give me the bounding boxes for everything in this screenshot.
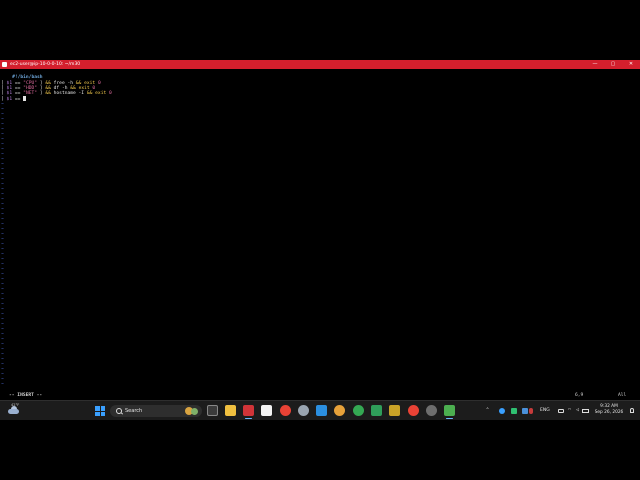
terminal-app-icon: [2, 62, 7, 67]
letterbox-bottom: [0, 420, 640, 480]
chevron-up-icon[interactable]: ⌃: [486, 407, 489, 414]
letterbox-top: [0, 0, 640, 60]
tray-app-icon-green[interactable]: [511, 408, 517, 414]
text-cursor: [23, 96, 27, 101]
microphone-icon[interactable]: [529, 408, 533, 414]
scroll-indicator: All: [618, 393, 627, 398]
and-operator: &&: [86, 91, 96, 96]
and-operator: &&: [45, 91, 54, 96]
volume-icon[interactable]: ◁: [576, 407, 579, 414]
windows-taskbar: 42°F Search ⌃ ENG ◠ ◁ 9:32 AM Sep 26, 20…: [0, 400, 640, 420]
taskbar-search-box[interactable]: Search: [110, 405, 202, 417]
search-icon: [116, 408, 122, 414]
tray-app-icon[interactable]: [499, 408, 505, 414]
window-controls: — ▢ ✕: [586, 60, 640, 69]
chrome-profile-icon[interactable]: [353, 405, 364, 416]
search-label: Search: [125, 408, 143, 414]
minimize-button[interactable]: —: [586, 60, 604, 69]
task-view-icon[interactable]: [207, 405, 218, 416]
battery-icon[interactable]: [582, 409, 589, 413]
search-highlight-icon: [185, 406, 199, 416]
app-icon-yellow[interactable]: [389, 405, 400, 416]
code-line-shebang: #!/bin/bash: [1, 70, 42, 80]
number-token: 0: [109, 91, 112, 96]
maximize-button[interactable]: ▢: [604, 60, 622, 69]
vim-editor[interactable]: #!/bin/bash [ $1 == "CPU" ] && free -h &…: [0, 69, 640, 391]
app-icon-orange[interactable]: [334, 405, 345, 416]
empty-line-tilde: ~: [1, 382, 4, 387]
chrome-icon[interactable]: [280, 405, 291, 416]
mode-indicator: -- INSERT --: [9, 393, 43, 398]
clock-date: Sep 26, 2026: [594, 410, 624, 415]
command-token: hostname -I: [53, 91, 87, 96]
system-clock[interactable]: 9:32 AM Sep 26, 2026: [592, 404, 626, 416]
wifi-icon[interactable]: ◠: [568, 407, 571, 414]
vscode-icon[interactable]: [316, 405, 327, 416]
settings-gear-icon[interactable]: [298, 405, 309, 416]
vim-gvim-icon[interactable]: [371, 405, 382, 416]
close-button[interactable]: ✕: [622, 60, 640, 69]
vim-status-line: -- INSERT -- 6,9 All: [0, 393, 640, 399]
window-title: ec2-user@ip-10-0-0-10: ~/m30: [10, 62, 81, 67]
operator-token: ==: [12, 97, 24, 103]
weather-temperature: 42°F: [11, 403, 20, 407]
keyword-token: exit: [95, 91, 109, 96]
cursor-position: 6,9: [575, 393, 584, 398]
terminal-taskbar-icon[interactable]: [243, 405, 254, 419]
notification-bell-icon[interactable]: [630, 408, 634, 413]
number-token: 0: [97, 81, 101, 86]
app-icon-green[interactable]: [444, 405, 455, 419]
start-windows-icon[interactable]: [95, 406, 105, 416]
file-explorer-icon[interactable]: [225, 405, 236, 416]
tray-app-icon-blue[interactable]: [522, 408, 528, 414]
shebang-text: #!/bin/bash: [12, 75, 43, 80]
terminal-title-bar[interactable]: ec2-user@ip-10-0-0-10: ~/m30 — ▢ ✕: [0, 60, 640, 69]
code-line-current: [ $1 ==: [1, 96, 27, 103]
display-icon[interactable]: [558, 409, 564, 413]
microsoft-store-icon[interactable]: [261, 405, 272, 416]
app-icon-gray[interactable]: [426, 405, 437, 416]
chrome-alt-icon[interactable]: [408, 405, 419, 416]
language-indicator[interactable]: ENG: [540, 401, 550, 421]
